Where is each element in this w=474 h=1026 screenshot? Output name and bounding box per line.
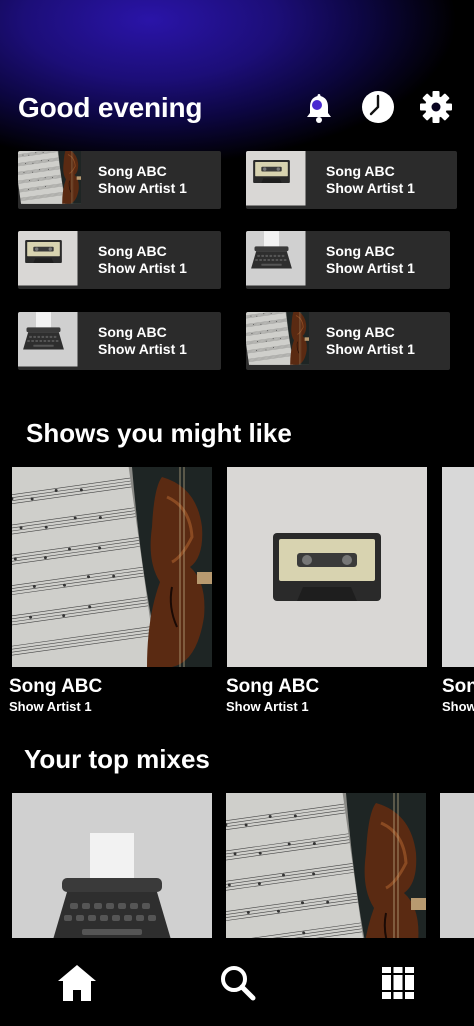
card-artwork bbox=[12, 467, 212, 667]
card-title: Song ABC bbox=[442, 676, 474, 697]
home-icon[interactable] bbox=[54, 960, 100, 1006]
section-title-shows: Shows you might like bbox=[26, 418, 292, 448]
show-card[interactable]: Song ABC Show Artist 1 bbox=[226, 467, 427, 714]
tile-title: Song ABC bbox=[326, 243, 395, 259]
card-artist: Show Artist 1 bbox=[226, 699, 309, 714]
card-artwork bbox=[227, 467, 427, 667]
bell-icon[interactable] bbox=[302, 90, 336, 124]
quick-tile[interactable]: Song ABC Show Artist 1 bbox=[246, 312, 450, 370]
tile-artwork bbox=[18, 312, 86, 370]
page-title: Good evening bbox=[18, 92, 203, 123]
show-card[interactable]: Song ABC Show Artist 1 bbox=[442, 467, 474, 714]
tile-artwork bbox=[246, 231, 314, 289]
tile-artwork bbox=[18, 151, 86, 209]
card-artwork bbox=[442, 467, 474, 667]
tile-artwork bbox=[18, 231, 86, 289]
tile-artist: Show Artist 1 bbox=[98, 341, 187, 357]
bottom-navigation bbox=[0, 938, 474, 1026]
tile-artwork bbox=[246, 312, 314, 370]
tile-artwork bbox=[246, 151, 314, 209]
show-card[interactable]: Song ABC Show Artist 1 bbox=[9, 467, 212, 714]
gear-icon[interactable] bbox=[419, 90, 453, 124]
quick-tile[interactable]: Song ABC Show Artist 1 bbox=[246, 231, 450, 289]
tile-artist: Show Artist 1 bbox=[326, 180, 415, 196]
tile-title: Song ABC bbox=[326, 163, 395, 179]
clock-icon[interactable] bbox=[361, 90, 395, 124]
tile-title: Song ABC bbox=[326, 324, 395, 340]
section-title-mixes: Your top mixes bbox=[24, 744, 210, 774]
library-icon[interactable] bbox=[375, 960, 421, 1006]
tile-title: Song ABC bbox=[98, 243, 167, 259]
tile-artist: Show Artist 1 bbox=[98, 260, 187, 276]
card-artist: Show Artist 1 bbox=[442, 699, 474, 714]
tile-title: Song ABC bbox=[98, 324, 167, 340]
quick-tile[interactable]: Song ABC Show Artist 1 bbox=[18, 151, 221, 209]
quick-tile[interactable]: Song ABC Show Artist 1 bbox=[18, 312, 221, 370]
tile-title: Song ABC bbox=[98, 163, 167, 179]
tile-artist: Show Artist 1 bbox=[326, 341, 415, 357]
tile-artist: Show Artist 1 bbox=[326, 260, 415, 276]
card-title: Song ABC bbox=[9, 676, 103, 697]
card-title: Song ABC bbox=[226, 676, 320, 697]
card-artist: Show Artist 1 bbox=[9, 699, 92, 714]
search-icon[interactable] bbox=[215, 960, 261, 1006]
quick-tile[interactable]: Song ABC Show Artist 1 bbox=[246, 151, 457, 209]
header: Good evening bbox=[18, 88, 458, 132]
tile-artist: Show Artist 1 bbox=[98, 180, 187, 196]
quick-tile[interactable]: Song ABC Show Artist 1 bbox=[18, 231, 221, 289]
